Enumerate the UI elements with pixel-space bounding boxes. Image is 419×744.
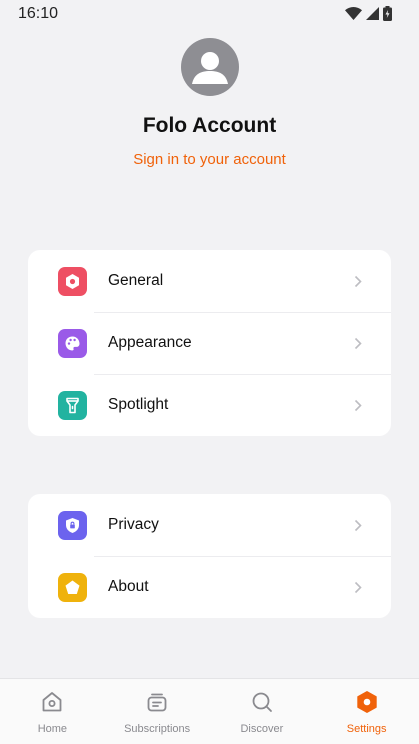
- settings-row-general[interactable]: General: [28, 250, 391, 312]
- tab-label: Subscriptions: [124, 723, 191, 735]
- wifi-icon: [345, 7, 362, 25]
- cell-signal-icon: [366, 7, 379, 25]
- chevron-right-icon: [354, 399, 362, 412]
- chevron-right-icon: [354, 275, 362, 288]
- settings-row-label: About: [108, 578, 149, 595]
- tab-label: Settings: [346, 723, 387, 735]
- tab-label: Home: [37, 723, 68, 735]
- home-icon: [40, 690, 64, 719]
- bottom-tab-bar: Home Subscriptions Discover Settings: [0, 678, 419, 744]
- settings-row-label: General: [108, 272, 164, 289]
- settings-row-label: Privacy: [108, 516, 159, 533]
- chevron-right-icon: [354, 519, 362, 532]
- pentagon-icon: [58, 572, 87, 602]
- settings-group-main: General Appearance Spotlight: [28, 250, 391, 436]
- subscriptions-icon: [145, 690, 169, 719]
- settings-row-privacy[interactable]: Privacy: [28, 494, 391, 556]
- chevron-right-icon: [354, 337, 362, 350]
- settings-row-spotlight[interactable]: Spotlight: [28, 374, 391, 436]
- sign-in-link[interactable]: Sign in to your account: [133, 151, 286, 168]
- settings-row-appearance[interactable]: Appearance: [28, 312, 391, 374]
- palette-icon: [58, 328, 87, 358]
- tab-label: Discover: [240, 723, 284, 735]
- status-icons: [345, 6, 392, 26]
- user-icon: [191, 52, 228, 84]
- settings-row-label: Appearance: [108, 334, 192, 351]
- tab-settings[interactable]: Settings: [314, 679, 419, 744]
- tab-subscriptions[interactable]: Subscriptions: [105, 679, 210, 744]
- settings-group-info: Privacy About: [28, 494, 391, 618]
- shield-lock-icon: [58, 510, 87, 540]
- tab-discover[interactable]: Discover: [210, 679, 315, 744]
- flashlight-icon: [58, 390, 87, 420]
- account-title: Folo Account: [142, 114, 277, 137]
- battery-icon: [383, 6, 392, 26]
- status-time: 16:10: [18, 5, 59, 22]
- settings-row-about[interactable]: About: [28, 556, 391, 618]
- search-icon: [250, 690, 274, 719]
- settings-icon: [355, 690, 379, 719]
- status-bar: 16:10: [0, 0, 419, 28]
- tab-home[interactable]: Home: [0, 679, 105, 744]
- general-icon: [58, 266, 87, 296]
- settings-row-label: Spotlight: [108, 396, 169, 413]
- chevron-right-icon: [354, 581, 362, 594]
- profile-header: Folo Account Sign in to your account: [0, 38, 419, 169]
- avatar[interactable]: [180, 38, 239, 96]
